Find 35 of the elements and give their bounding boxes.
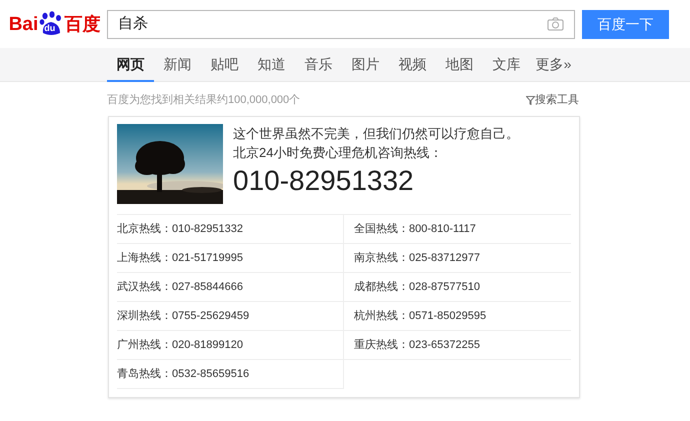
nav-tab[interactable]: 视频 bbox=[389, 48, 436, 82]
hotline-row-text: 北京热线：010-82951332 bbox=[117, 222, 243, 237]
hotline-row-text: 南京热线：025-83712977 bbox=[354, 250, 480, 266]
search-field[interactable]: 自杀 bbox=[107, 10, 575, 38]
nav-tab[interactable]: 网页 bbox=[107, 48, 154, 82]
nav-tab[interactable]: 知道 bbox=[248, 48, 295, 82]
hotline-row-text: 全国热线：800-810-1117 bbox=[354, 222, 476, 237]
hotline-row-text: 广州热线：020-81899120 bbox=[117, 338, 243, 353]
logo[interactable]: Bai du 百度 bbox=[0, 11, 107, 37]
nav-tab[interactable]: 更多» bbox=[530, 48, 577, 82]
hotline-number: 010-82951332 bbox=[233, 164, 415, 198]
logo-text: Bai bbox=[8, 14, 38, 34]
search-tools-button[interactable]: 搜索工具 bbox=[526, 92, 579, 108]
hotline-row-text: 杭州热线：0571-85029595 bbox=[354, 308, 486, 324]
nav-tab[interactable]: 新闻 bbox=[154, 48, 201, 82]
hotline-row-text: 青岛热线：0532-85659516 bbox=[117, 366, 250, 382]
card-subtitle: 北京24小时免费心理危机咨询热线： bbox=[233, 144, 444, 162]
result-count: 百度为您找到相关结果约100,000,000个 bbox=[107, 92, 300, 108]
search-button[interactable]: 百度一下 bbox=[582, 10, 669, 38]
hotline-row-text: 重庆热线：023-65372255 bbox=[354, 338, 480, 353]
hotline-row-text: 武汉热线：027-85844666 bbox=[117, 280, 243, 295]
camera-icon[interactable] bbox=[547, 17, 564, 31]
hotline-row-text: 成都热线：028-87577510 bbox=[354, 280, 480, 295]
logo-text: du bbox=[44, 24, 56, 33]
nav-tab[interactable]: 地图 bbox=[436, 48, 483, 82]
nav-tab[interactable]: 音乐 bbox=[295, 48, 342, 82]
card-message: 这个世界虽然不完美，但我们仍然可以疗愈自己。 bbox=[233, 125, 519, 143]
paw-logo-icon bbox=[39, 11, 64, 37]
hotline-row-text: 深圳热线：0755-25629459 bbox=[117, 308, 250, 324]
logo-text: 百度 bbox=[64, 15, 100, 33]
nav-tab[interactable]: 文库 bbox=[483, 48, 530, 82]
nav-tab[interactable]: 贴吧 bbox=[201, 48, 248, 82]
nav-tab[interactable]: 图片 bbox=[342, 48, 389, 82]
hotline-row-text: 上海热线：021-51719995 bbox=[117, 250, 243, 266]
filter-icon bbox=[526, 96, 535, 104]
